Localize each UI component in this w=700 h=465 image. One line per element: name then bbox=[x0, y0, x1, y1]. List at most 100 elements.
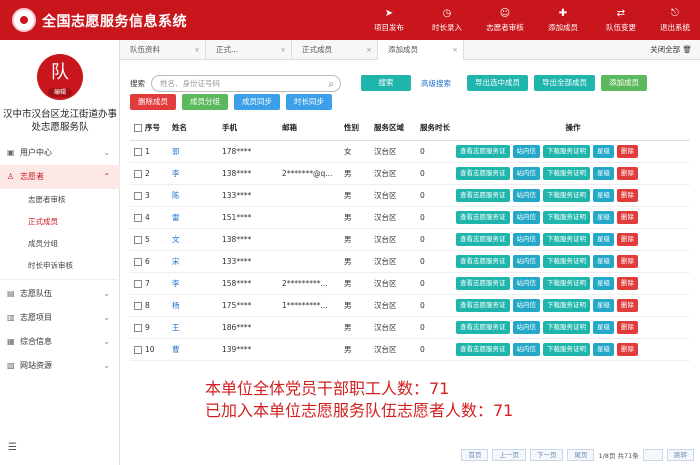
sidebar-sub-volunteer-review[interactable]: 志愿者审核 bbox=[0, 189, 120, 211]
close-icon[interactable]: × bbox=[280, 40, 286, 60]
message-button[interactable]: 站内信 bbox=[512, 276, 540, 290]
search-button[interactable]: 搜索 bbox=[361, 75, 411, 91]
nav-volunteer-review[interactable]: ☺ 志愿者审核 bbox=[476, 0, 534, 40]
first-page-button[interactable]: 首页 bbox=[461, 449, 489, 461]
star-level-button[interactable]: 星级 bbox=[593, 298, 614, 312]
sidebar-item-volunteer[interactable]: ♙ 志愿者 ⌃ bbox=[0, 165, 120, 189]
delete-row-button[interactable]: 删除 bbox=[617, 210, 638, 224]
sidebar-item-project[interactable]: ▥ 志愿项目 ⌄ bbox=[0, 306, 120, 330]
view-certificate-button[interactable]: 查看志愿服务证 bbox=[456, 144, 510, 158]
download-proof-button[interactable]: 下载服务证明 bbox=[543, 320, 590, 334]
star-level-button[interactable]: 星级 bbox=[593, 210, 614, 224]
nav-add-member[interactable]: ✚ 添加成员 bbox=[534, 0, 592, 40]
advanced-search-link[interactable]: 高级搜索 bbox=[421, 78, 451, 89]
message-button[interactable]: 站内信 bbox=[512, 210, 540, 224]
close-icon[interactable]: × bbox=[366, 40, 372, 60]
delete-row-button[interactable]: 删除 bbox=[617, 188, 638, 202]
message-button[interactable]: 站内信 bbox=[512, 298, 540, 312]
row-checkbox[interactable] bbox=[134, 235, 142, 244]
prev-page-button[interactable]: 上一页 bbox=[492, 449, 526, 461]
delete-row-button[interactable]: 删除 bbox=[617, 342, 638, 356]
star-level-button[interactable]: 星级 bbox=[593, 342, 614, 356]
tab-add-member[interactable]: 添加成员 × bbox=[378, 40, 464, 60]
tab-formal-members[interactable]: 正式成员 × bbox=[292, 40, 378, 60]
view-certificate-button[interactable]: 查看志愿服务证 bbox=[456, 276, 510, 290]
sidebar-sub-hours-appeal[interactable]: 时长申诉审核 bbox=[0, 255, 120, 277]
view-certificate-button[interactable]: 查看志愿服务证 bbox=[456, 166, 510, 180]
avatar[interactable]: 队 编辑 bbox=[37, 54, 83, 100]
nav-team-change[interactable]: ⇄ 队伍变更 bbox=[592, 0, 650, 40]
row-checkbox[interactable] bbox=[134, 279, 142, 288]
close-icon[interactable]: × bbox=[194, 40, 200, 60]
nav-project-publish[interactable]: ➤ 项目发布 bbox=[360, 0, 418, 40]
sidebar-item-web-resource[interactable]: ▧ 网站资源 ⌄ bbox=[0, 354, 120, 378]
star-level-button[interactable]: 星级 bbox=[593, 232, 614, 246]
view-certificate-button[interactable]: 查看志愿服务证 bbox=[456, 210, 510, 224]
delete-member-button[interactable]: 删除成员 bbox=[130, 94, 176, 110]
message-button[interactable]: 站内信 bbox=[512, 188, 540, 202]
row-checkbox[interactable] bbox=[134, 191, 142, 200]
close-all-tabs-button[interactable]: 关闭全部 🗑 bbox=[650, 40, 692, 60]
star-level-button[interactable]: 星级 bbox=[593, 320, 614, 334]
avatar-edit-button[interactable]: 编辑 bbox=[48, 88, 72, 97]
download-proof-button[interactable]: 下载服务证明 bbox=[543, 254, 590, 268]
export-selected-button[interactable]: 导出选中成员 bbox=[467, 75, 528, 91]
export-all-button[interactable]: 导出全部成员 bbox=[534, 75, 595, 91]
download-proof-button[interactable]: 下载服务证明 bbox=[543, 144, 590, 158]
row-checkbox[interactable] bbox=[134, 345, 142, 354]
delete-row-button[interactable]: 删除 bbox=[617, 166, 638, 180]
view-certificate-button[interactable]: 查看志愿服务证 bbox=[456, 320, 510, 334]
message-button[interactable]: 站内信 bbox=[512, 232, 540, 246]
row-checkbox[interactable] bbox=[134, 213, 142, 222]
page-number-input[interactable] bbox=[642, 449, 663, 461]
star-level-button[interactable]: 星级 bbox=[593, 144, 614, 158]
tab-team-profile[interactable]: 队伍资料 × bbox=[120, 40, 206, 60]
last-page-button[interactable]: 尾页 bbox=[567, 449, 595, 461]
search-input[interactable]: 姓名、身份证号码 ⌕ bbox=[151, 74, 341, 92]
jump-button[interactable]: 跳转 bbox=[667, 449, 694, 461]
delete-row-button[interactable]: 删除 bbox=[617, 144, 638, 158]
nav-exit-system[interactable]: ⎋ 退出系统 bbox=[650, 0, 700, 40]
row-checkbox[interactable] bbox=[134, 323, 142, 332]
row-checkbox[interactable] bbox=[134, 147, 142, 156]
download-proof-button[interactable]: 下载服务证明 bbox=[543, 276, 590, 290]
view-certificate-button[interactable]: 查看志愿服务证 bbox=[456, 188, 510, 202]
download-proof-button[interactable]: 下载服务证明 bbox=[543, 188, 590, 202]
download-proof-button[interactable]: 下载服务证明 bbox=[543, 232, 590, 246]
sidebar-sub-member-group[interactable]: 成员分组 bbox=[0, 233, 120, 255]
download-proof-button[interactable]: 下载服务证明 bbox=[543, 342, 590, 356]
row-checkbox[interactable] bbox=[134, 301, 142, 310]
hours-sync-button[interactable]: 时长同步 bbox=[286, 94, 332, 110]
message-button[interactable]: 站内信 bbox=[512, 342, 540, 356]
view-certificate-button[interactable]: 查看志愿服务证 bbox=[456, 232, 510, 246]
download-proof-button[interactable]: 下载服务证明 bbox=[543, 298, 590, 312]
download-proof-button[interactable]: 下载服务证明 bbox=[543, 166, 590, 180]
member-group-button[interactable]: 成员分组 bbox=[182, 94, 228, 110]
row-checkbox[interactable] bbox=[134, 257, 142, 266]
sidebar-item-info[interactable]: ▦ 综合信息 ⌄ bbox=[0, 330, 120, 354]
delete-row-button[interactable]: 删除 bbox=[617, 232, 638, 246]
view-certificate-button[interactable]: 查看志愿服务证 bbox=[456, 342, 510, 356]
row-checkbox[interactable] bbox=[134, 169, 142, 178]
tab-formal-truncated[interactable]: 正式... × bbox=[206, 40, 292, 60]
sidebar-sub-formal-members[interactable]: 正式成员 bbox=[0, 211, 120, 233]
delete-row-button[interactable]: 删除 bbox=[617, 254, 638, 268]
download-proof-button[interactable]: 下载服务证明 bbox=[543, 210, 590, 224]
message-button[interactable]: 站内信 bbox=[512, 320, 540, 334]
select-all-checkbox[interactable] bbox=[134, 123, 142, 132]
search-icon[interactable]: ⌕ bbox=[328, 77, 334, 92]
delete-row-button[interactable]: 删除 bbox=[617, 298, 638, 312]
close-icon[interactable]: × bbox=[452, 40, 458, 60]
star-level-button[interactable]: 星级 bbox=[593, 188, 614, 202]
message-button[interactable]: 站内信 bbox=[512, 166, 540, 180]
member-sync-button[interactable]: 成员同步 bbox=[234, 94, 280, 110]
message-button[interactable]: 站内信 bbox=[512, 254, 540, 268]
message-button[interactable]: 站内信 bbox=[512, 144, 540, 158]
delete-row-button[interactable]: 删除 bbox=[617, 276, 638, 290]
star-level-button[interactable]: 星级 bbox=[593, 276, 614, 290]
add-member-button[interactable]: 添加成员 bbox=[601, 75, 647, 91]
nav-hours-entry[interactable]: ◷ 时长录入 bbox=[418, 0, 476, 40]
sidebar-item-team[interactable]: ▤ 志愿队伍 ⌄ bbox=[0, 282, 120, 306]
view-certificate-button[interactable]: 查看志愿服务证 bbox=[456, 298, 510, 312]
star-level-button[interactable]: 星级 bbox=[593, 166, 614, 180]
